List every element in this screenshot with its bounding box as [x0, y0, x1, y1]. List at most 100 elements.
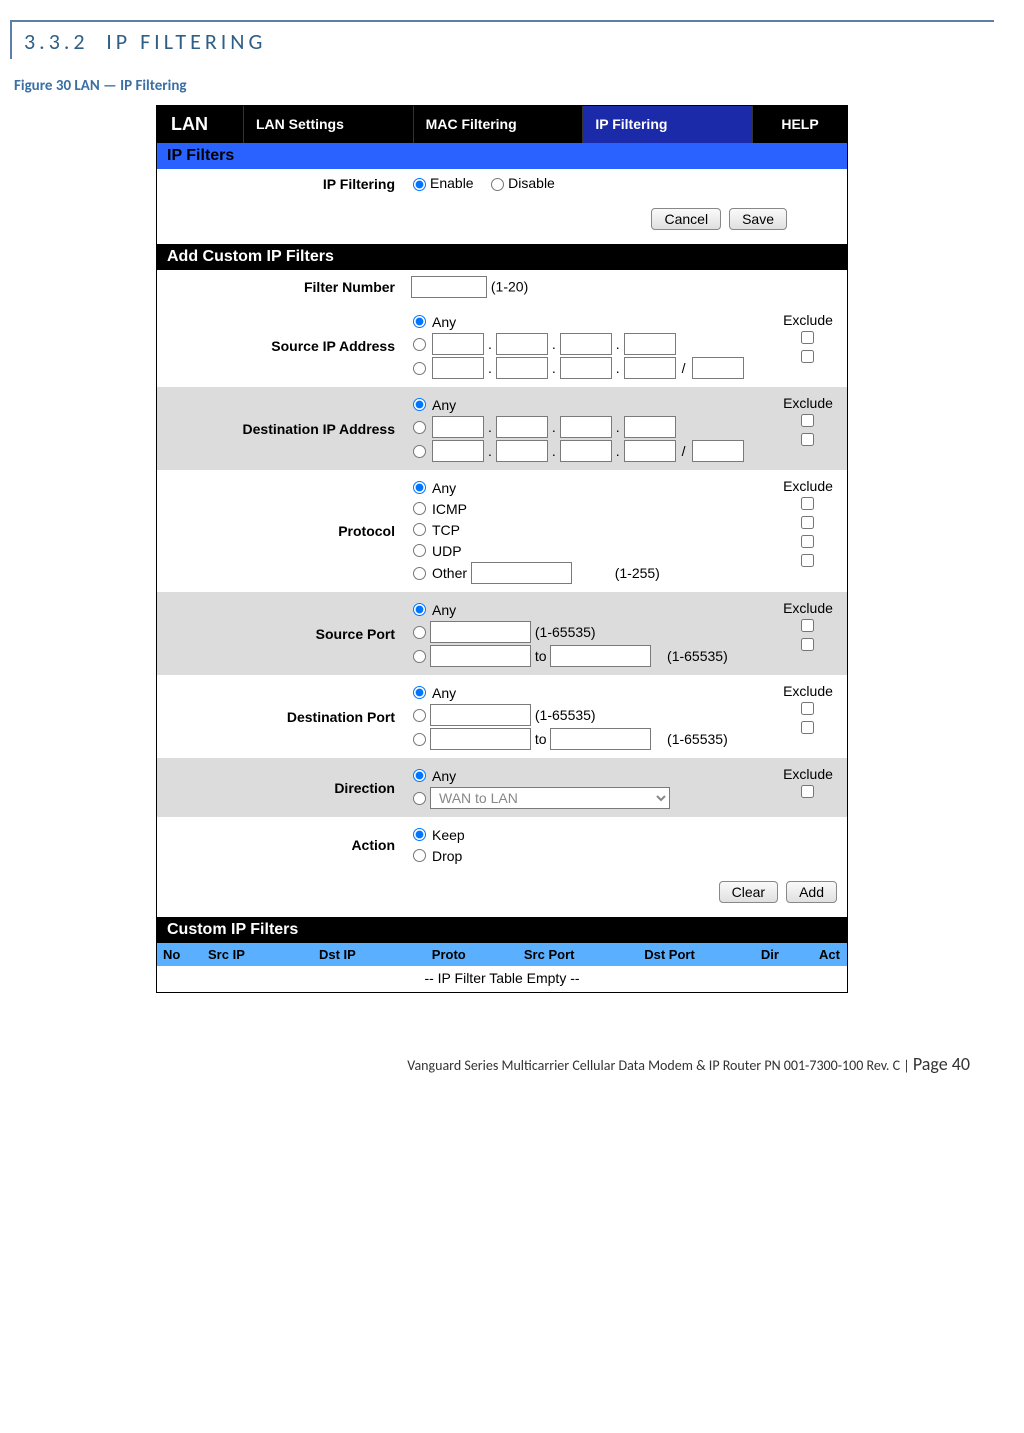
src-ip-single-radio[interactable]	[413, 338, 426, 351]
filter-number-input[interactable]	[411, 276, 487, 298]
dst-ip-b1[interactable]	[432, 440, 484, 462]
dport-exclude-1[interactable]	[801, 702, 814, 715]
dst-ip-a2[interactable]	[496, 416, 548, 438]
dst-ip-single-radio[interactable]	[413, 421, 426, 434]
dst-ip-cidr-radio[interactable]	[413, 445, 426, 458]
src-ip-b2[interactable]	[496, 357, 548, 379]
src-ip-mask[interactable]	[692, 357, 744, 379]
filters-table-header: No Src IP Dst IP Proto Src Port Dst Port…	[157, 943, 847, 966]
dst-port-single-input[interactable]	[430, 704, 531, 726]
dst-ip-exclude-1[interactable]	[801, 414, 814, 427]
help-link[interactable]: HELP	[752, 106, 847, 143]
cancel-button[interactable]: Cancel	[651, 208, 721, 230]
save-button[interactable]: Save	[729, 208, 787, 230]
dst-port-range-b[interactable]	[550, 728, 651, 750]
dst-ip-b3[interactable]	[560, 440, 612, 462]
action-drop-radio[interactable]	[413, 849, 426, 862]
tab-lan-settings[interactable]: LAN Settings	[243, 106, 413, 143]
col-dst-ip: Dst IP	[313, 943, 426, 966]
src-ip-any-radio[interactable]	[413, 315, 426, 328]
dst-ip-a1[interactable]	[432, 416, 484, 438]
exclude-label-dport: Exclude	[771, 683, 845, 699]
custom-filters-header: Custom IP Filters	[157, 917, 847, 943]
src-ip-exclude-2[interactable]	[801, 350, 814, 363]
proto-udp-radio[interactable]	[413, 544, 426, 557]
src-port-single-input[interactable]	[430, 621, 531, 643]
dst-port-range-radio[interactable]	[413, 733, 426, 746]
to-label-2: to	[535, 731, 547, 747]
src-ip-a4[interactable]	[624, 333, 676, 355]
disable-radio[interactable]	[491, 178, 504, 191]
src-ip-b3[interactable]	[560, 357, 612, 379]
sport-exclude-1[interactable]	[801, 619, 814, 632]
cancel-save-row: Cancel Save	[157, 200, 847, 244]
add-button[interactable]: Add	[786, 881, 837, 903]
figure-caption: Figure 30 LAN — IP Filtering	[14, 77, 994, 95]
direction-select[interactable]: WAN to LAN	[430, 787, 670, 809]
src-ip-b1[interactable]	[432, 357, 484, 379]
dst-port-single-radio[interactable]	[413, 709, 426, 722]
dst-port-any-radio[interactable]	[413, 686, 426, 699]
col-dir: Dir	[755, 943, 813, 966]
col-src-port: Src Port	[518, 943, 638, 966]
action-keep-radio[interactable]	[413, 828, 426, 841]
proto-icmp-radio[interactable]	[413, 502, 426, 515]
src-ip-a2[interactable]	[496, 333, 548, 355]
action-drop-label: Drop	[432, 848, 462, 864]
proto-tcp-radio[interactable]	[413, 523, 426, 536]
proto-any-radio[interactable]	[413, 481, 426, 494]
col-src-ip: Src IP	[202, 943, 313, 966]
ip-filtering-label: IP Filtering	[157, 170, 405, 199]
dir-any-radio[interactable]	[413, 769, 426, 782]
tab-ip-filtering[interactable]: IP Filtering	[582, 106, 752, 143]
src-port-any-radio[interactable]	[413, 603, 426, 616]
src-ip-b4[interactable]	[624, 357, 676, 379]
src-port-range-b[interactable]	[550, 645, 651, 667]
slash-2: /	[678, 443, 690, 459]
proto-any-label: Any	[432, 480, 456, 496]
dst-ip-mask[interactable]	[692, 440, 744, 462]
src-port-range-radio[interactable]	[413, 650, 426, 663]
dir-exclude[interactable]	[801, 785, 814, 798]
dst-ip-any-radio[interactable]	[413, 398, 426, 411]
exclude-label-proto: Exclude	[771, 478, 845, 494]
dst-ip-a4[interactable]	[624, 416, 676, 438]
proto-other-radio[interactable]	[413, 567, 426, 580]
proto-exclude-4[interactable]	[801, 554, 814, 567]
dst-ip-a3[interactable]	[560, 416, 612, 438]
dir-select-radio[interactable]	[413, 792, 426, 805]
proto-other-input[interactable]	[471, 562, 572, 584]
dst-ip-exclude-2[interactable]	[801, 433, 814, 446]
src-port-range-a[interactable]	[430, 645, 531, 667]
proto-exclude-2[interactable]	[801, 516, 814, 529]
clear-button[interactable]: Clear	[719, 881, 778, 903]
src-port-single-radio[interactable]	[413, 626, 426, 639]
enable-option[interactable]: Enable	[411, 175, 474, 191]
enable-radio[interactable]	[413, 178, 426, 191]
dst-ip-b4[interactable]	[624, 440, 676, 462]
exclude-label-src-ip: Exclude	[771, 312, 845, 328]
direction-label: Direction	[157, 758, 405, 817]
dport-exclude-2[interactable]	[801, 721, 814, 734]
footer-text: Vanguard Series Multicarrier Cellular Da…	[407, 1057, 900, 1074]
exclude-label-dir: Exclude	[771, 766, 845, 782]
dst-port-range-a[interactable]	[430, 728, 531, 750]
action-keep-label: Keep	[432, 827, 465, 843]
disable-option[interactable]: Disable	[489, 175, 555, 191]
src-ip-exclude-1[interactable]	[801, 331, 814, 344]
src-ip-a3[interactable]	[560, 333, 612, 355]
sport-exclude-2[interactable]	[801, 638, 814, 651]
dst-port-range-hint: (1-65535)	[667, 731, 728, 747]
src-ip-a1[interactable]	[432, 333, 484, 355]
tab-mac-filtering[interactable]: MAC Filtering	[413, 106, 583, 143]
dst-port-hint: (1-65535)	[535, 707, 596, 723]
section-title: IP FILTERING	[106, 28, 266, 55]
src-port-label: Source Port	[157, 592, 405, 675]
proto-exclude-1[interactable]	[801, 497, 814, 510]
col-proto: Proto	[426, 943, 518, 966]
proto-exclude-3[interactable]	[801, 535, 814, 548]
src-ip-cidr-radio[interactable]	[413, 362, 426, 375]
proto-other-label: Other	[432, 565, 467, 581]
tab-bar: LAN LAN Settings MAC Filtering IP Filter…	[157, 106, 847, 143]
dst-ip-b2[interactable]	[496, 440, 548, 462]
